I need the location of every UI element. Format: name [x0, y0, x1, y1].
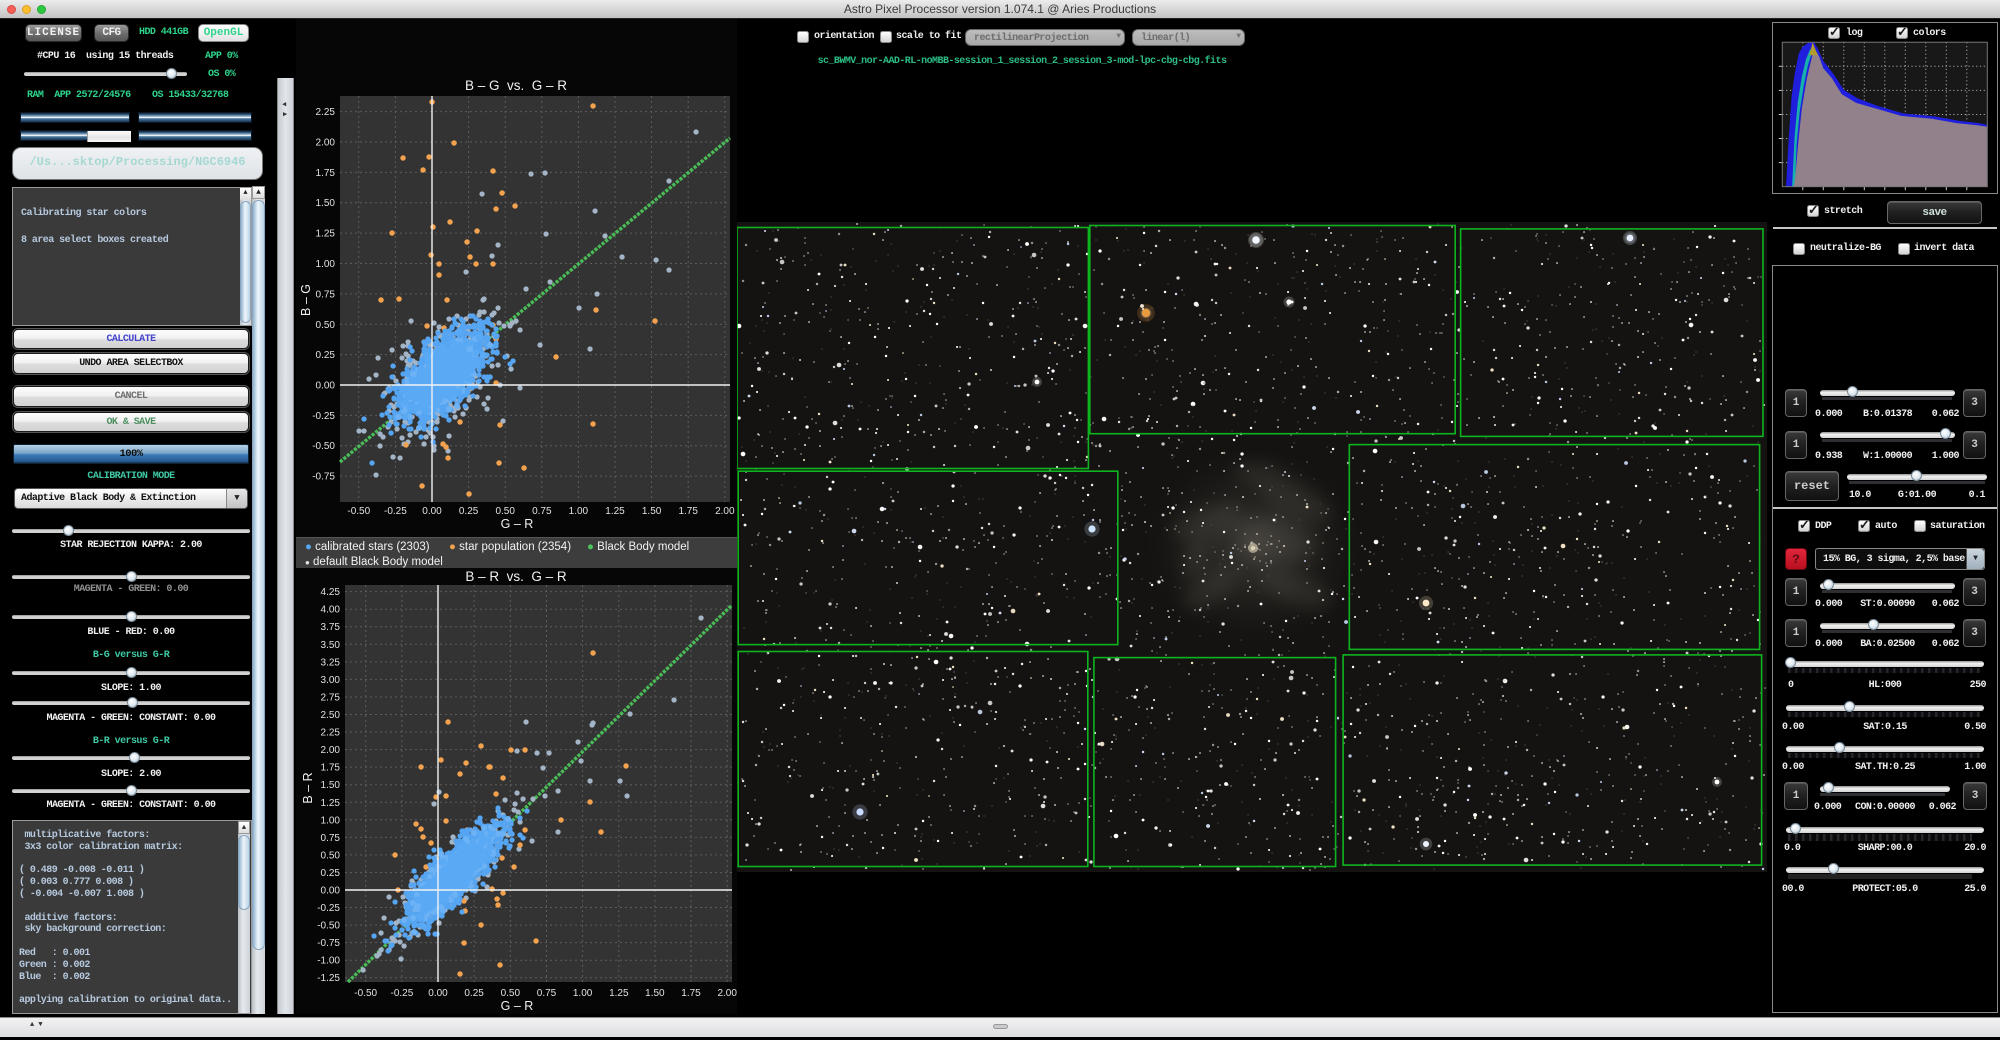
- svg-text:0.75: 0.75: [537, 988, 557, 999]
- svg-text:B – G: B – G: [299, 284, 313, 316]
- svg-text:B – G vs. G – R: B – G vs. G – R: [465, 78, 567, 93]
- svg-text:1.50: 1.50: [321, 780, 341, 791]
- svg-text:G – R: G – R: [501, 999, 534, 1013]
- svg-text:0.00: 0.00: [316, 381, 336, 392]
- svg-text:2.00: 2.00: [715, 506, 735, 517]
- svg-text:1.50: 1.50: [645, 988, 665, 999]
- svg-text:0.25: 0.25: [316, 350, 336, 361]
- svg-text:1.00: 1.00: [316, 259, 336, 270]
- svg-text:0.25: 0.25: [321, 868, 341, 879]
- svg-text:B – R: B – R: [301, 772, 315, 803]
- svg-text:-0.50: -0.50: [347, 506, 370, 517]
- svg-text:-0.25: -0.25: [391, 988, 414, 999]
- svg-text:4.00: 4.00: [321, 605, 341, 616]
- svg-text:-0.25: -0.25: [317, 903, 340, 914]
- svg-text:3.00: 3.00: [321, 675, 341, 686]
- svg-text:1.25: 1.25: [321, 798, 341, 809]
- svg-text:2.50: 2.50: [321, 710, 341, 721]
- svg-text:2.00: 2.00: [321, 745, 341, 756]
- svg-text:1.25: 1.25: [609, 988, 629, 999]
- svg-text:0.50: 0.50: [501, 988, 521, 999]
- svg-text:-0.25: -0.25: [384, 506, 407, 517]
- svg-text:2.00: 2.00: [316, 138, 336, 149]
- svg-text:0.00: 0.00: [321, 886, 341, 897]
- svg-text:-1.25: -1.25: [317, 973, 340, 984]
- svg-text:1.25: 1.25: [605, 506, 625, 517]
- svg-text:2.00: 2.00: [717, 988, 737, 999]
- svg-text:1.75: 1.75: [321, 763, 341, 774]
- svg-text:0.50: 0.50: [495, 506, 515, 517]
- svg-text:0.50: 0.50: [316, 320, 336, 331]
- svg-text:3.75: 3.75: [321, 622, 341, 633]
- svg-text:1.25: 1.25: [316, 229, 336, 240]
- svg-text:-1.00: -1.00: [317, 956, 340, 967]
- svg-text:1.50: 1.50: [316, 198, 336, 209]
- svg-text:2.75: 2.75: [321, 693, 341, 704]
- svg-text:1.00: 1.00: [321, 815, 341, 826]
- svg-text:B – R vs. G – R: B – R vs. G – R: [465, 569, 567, 584]
- svg-text:0.50: 0.50: [321, 850, 341, 861]
- svg-text:1.00: 1.00: [573, 988, 593, 999]
- svg-text:0.25: 0.25: [464, 988, 484, 999]
- svg-text:0.75: 0.75: [532, 506, 552, 517]
- svg-text:4.25: 4.25: [321, 587, 341, 598]
- svg-text:0.00: 0.00: [422, 506, 442, 517]
- svg-text:-0.75: -0.75: [312, 472, 335, 483]
- svg-text:1.75: 1.75: [678, 506, 698, 517]
- svg-text:-0.75: -0.75: [317, 938, 340, 949]
- svg-text:-0.50: -0.50: [317, 921, 340, 932]
- svg-text:1.50: 1.50: [642, 506, 662, 517]
- svg-text:1.00: 1.00: [569, 506, 589, 517]
- svg-text:G – R: G – R: [501, 517, 534, 531]
- svg-text:-0.50: -0.50: [354, 988, 377, 999]
- svg-text:3.25: 3.25: [321, 657, 341, 668]
- svg-text:-0.50: -0.50: [312, 441, 335, 452]
- svg-text:1.75: 1.75: [681, 988, 701, 999]
- svg-text:0.75: 0.75: [321, 833, 341, 844]
- svg-text:3.50: 3.50: [321, 640, 341, 651]
- svg-text:0.00: 0.00: [428, 988, 448, 999]
- svg-text:-0.25: -0.25: [312, 411, 335, 422]
- svg-text:2.25: 2.25: [321, 728, 341, 739]
- svg-text:2.25: 2.25: [316, 107, 336, 118]
- svg-text:0.75: 0.75: [316, 289, 336, 300]
- svg-text:0.25: 0.25: [459, 506, 479, 517]
- svg-text:1.75: 1.75: [316, 168, 336, 179]
